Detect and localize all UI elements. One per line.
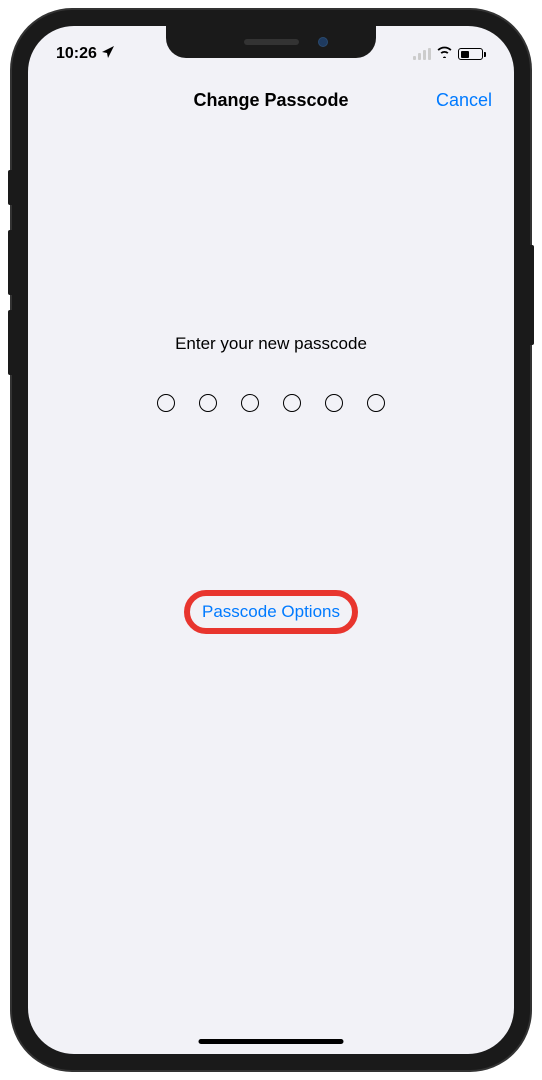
navigation-bar: Change Passcode Cancel <box>28 74 514 126</box>
passcode-dot <box>199 394 217 412</box>
mute-switch <box>8 170 12 205</box>
content-area: Enter your new passcode Passcode Options <box>28 126 514 622</box>
passcode-dot <box>367 394 385 412</box>
phone-frame: 10:26 <box>12 10 530 1070</box>
status-left: 10:26 <box>56 45 115 64</box>
speaker <box>244 39 299 45</box>
notch <box>166 26 376 58</box>
passcode-dot <box>157 394 175 412</box>
front-camera <box>318 37 328 47</box>
cellular-signal-icon <box>413 48 431 60</box>
passcode-dot <box>325 394 343 412</box>
battery-icon <box>458 48 486 60</box>
time-label: 10:26 <box>56 45 97 63</box>
passcode-input[interactable] <box>157 394 385 412</box>
power-button <box>530 245 534 345</box>
options-container: Passcode Options <box>202 602 340 622</box>
status-right <box>413 45 486 63</box>
page-title: Change Passcode <box>193 90 348 111</box>
wifi-icon <box>436 45 453 63</box>
passcode-dot <box>283 394 301 412</box>
home-indicator[interactable] <box>199 1039 344 1044</box>
cancel-button[interactable]: Cancel <box>436 90 492 111</box>
passcode-dot <box>241 394 259 412</box>
volume-up-button <box>8 230 12 295</box>
passcode-options-button[interactable]: Passcode Options <box>202 602 340 622</box>
prompt-label: Enter your new passcode <box>175 334 367 354</box>
location-icon <box>101 45 115 64</box>
volume-down-button <box>8 310 12 375</box>
screen: 10:26 <box>28 26 514 1054</box>
